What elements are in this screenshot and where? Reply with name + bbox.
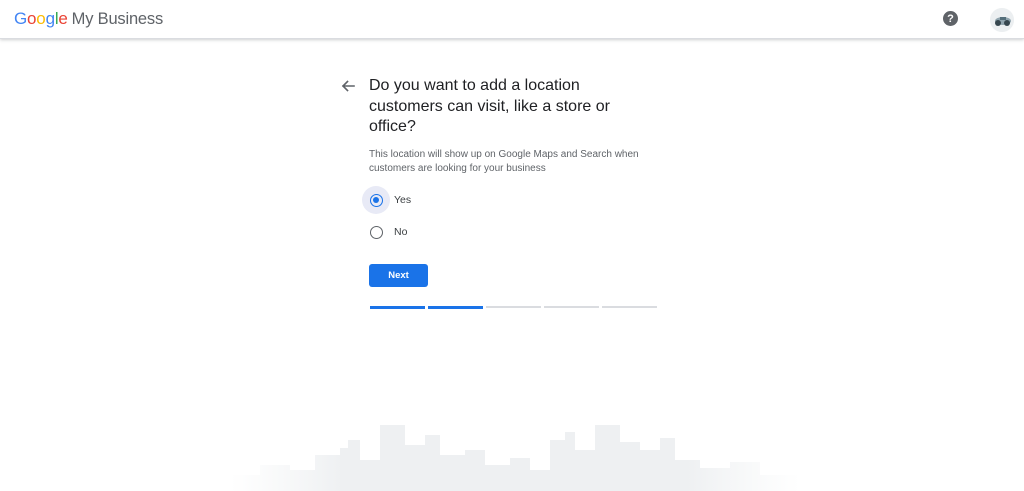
radio-no[interactable]: [369, 225, 383, 239]
product-name: My Business: [71, 10, 164, 28]
option-yes-label: Yes: [394, 194, 412, 206]
radio-focus-halo: [362, 186, 390, 214]
option-no-label: No: [394, 226, 408, 238]
city-skyline-illustration: [230, 425, 800, 491]
progress-step: [370, 306, 425, 309]
page-title: Do you want to add a location customers …: [369, 77, 610, 135]
progress-step: [544, 306, 599, 308]
account-avatar[interactable]: [990, 8, 1014, 32]
option-no[interactable]: No: [362, 219, 407, 245]
top-app-bar: Google My Business ?: [0, 0, 1024, 39]
radio-halo: [362, 218, 390, 246]
radio-selected-dot: [373, 197, 379, 203]
help-icon[interactable]: ?: [943, 11, 958, 26]
progress-step: [428, 306, 483, 309]
question-description: This location will show up on Google Map…: [369, 149, 639, 174]
radio-yes[interactable]: [369, 193, 383, 207]
option-yes[interactable]: Yes: [362, 186, 412, 214]
avatar-image: [990, 8, 1014, 32]
google-wordmark: Google: [14, 9, 68, 28]
progress-step: [602, 306, 657, 308]
google-my-business-logo[interactable]: Google My Business: [14, 9, 163, 29]
next-button[interactable]: Next: [369, 264, 428, 287]
step-progress-bar: [370, 306, 657, 309]
back-arrow-icon[interactable]: [340, 78, 356, 94]
progress-step: [486, 306, 541, 308]
